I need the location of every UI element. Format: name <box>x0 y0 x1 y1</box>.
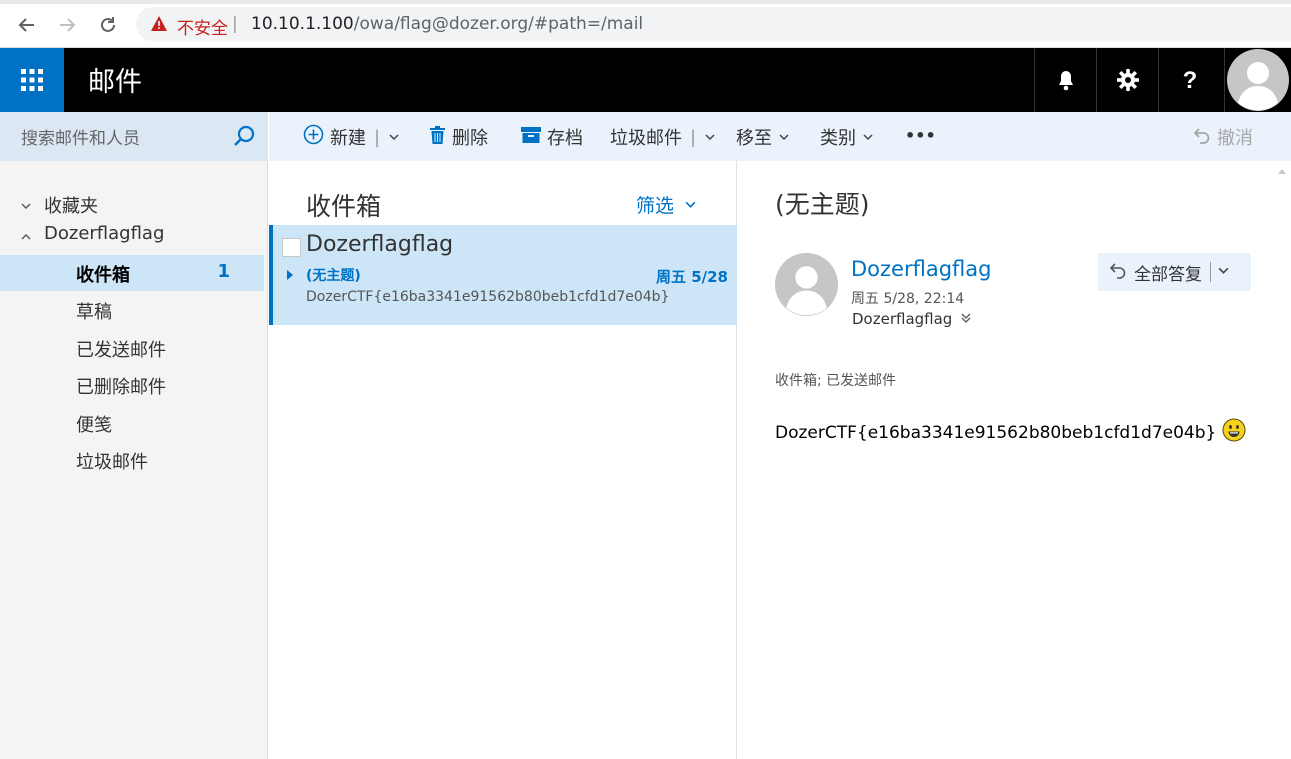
chevron-down-icon[interactable] <box>388 127 400 148</box>
folder-pane: 搜索邮件和人员 收藏夹 Dozerflagflag 收件箱 1 草稿 已发送邮件… <box>0 112 268 759</box>
delete-label: 删除 <box>452 128 488 149</box>
unread-count-badge: 1 <box>217 261 230 282</box>
sidebar-item-inbox[interactable]: 收件箱 1 <box>0 255 264 291</box>
address-bar[interactable]: 不安全 | 10.10.1.100/owa/flag@dozer.org/#pa… <box>136 7 1291 41</box>
move-to-button[interactable]: 移至 <box>736 124 790 150</box>
search-placeholder: 搜索邮件和人员 <box>21 129 140 149</box>
sender-name-link[interactable]: Dozerflagflag <box>851 257 991 281</box>
sidebar-item-deleted[interactable]: 已删除邮件 <box>0 367 264 403</box>
split-divider: | <box>374 126 381 148</box>
list-item[interactable]: Dozerflagflag (无主题) 周五 5/28 DozerCTF{e16… <box>269 225 737 325</box>
app-header: 邮件 ? <box>0 48 1291 112</box>
url-separator: | <box>232 14 238 34</box>
chevron-down-icon <box>20 196 32 217</box>
chevron-down-icon <box>778 127 790 148</box>
folder-label: 便笺 <box>76 415 112 436</box>
favorites-label: 收藏夹 <box>44 196 98 217</box>
undo-label: 撤消 <box>1217 128 1253 149</box>
filter-label: 筛选 <box>636 195 675 217</box>
sender-avatar[interactable] <box>775 253 838 316</box>
category-button[interactable]: 类别 <box>820 124 874 150</box>
chevron-down-icon <box>684 194 697 216</box>
search-input[interactable]: 搜索邮件和人员 <box>0 112 268 161</box>
reply-all-icon <box>1108 261 1126 284</box>
warning-icon <box>150 15 168 36</box>
browser-tab-strip <box>0 0 1291 4</box>
folder-label: 草稿 <box>76 302 112 323</box>
split-divider: | <box>690 126 697 148</box>
undo-icon <box>1193 126 1211 149</box>
reply-all-label: 全部答复 <box>1134 264 1202 285</box>
message-sender: Dozerflagflag <box>306 232 454 257</box>
account-group[interactable]: Dozerflagflag <box>0 217 264 253</box>
sidebar-item-sent[interactable]: 已发送邮件 <box>0 330 264 366</box>
message-folders: 收件箱; 已发送邮件 <box>775 373 897 389</box>
url-text[interactable]: 10.10.1.100/owa/flag@dozer.org/#path=/ma… <box>251 14 643 34</box>
more-label: ••• <box>905 126 936 145</box>
folder-label: 已发送邮件 <box>76 340 166 361</box>
message-date: 周五 5/28 <box>655 268 728 286</box>
url-path: /owa/flag@dozer.org/#path=/mail <box>353 14 644 34</box>
settings-gear-icon[interactable] <box>1096 48 1158 112</box>
recipients[interactable]: Dozerflagflag <box>852 310 972 328</box>
help-icon[interactable]: ? <box>1158 48 1220 112</box>
message-list: 收件箱 筛选 Dozerflagflag (无主题) 周五 5/28 Dozer… <box>269 161 737 759</box>
undo-button[interactable]: 撤消 <box>1193 124 1253 150</box>
archive-button[interactable]: 存档 <box>521 124 583 150</box>
folder-label: 已删除邮件 <box>76 377 166 398</box>
forward-icon[interactable] <box>54 12 80 38</box>
back-icon[interactable] <box>14 12 40 38</box>
notifications-bell-icon[interactable] <box>1034 48 1096 112</box>
message-subject: (无主题) <box>306 268 361 284</box>
more-actions-button[interactable]: ••• <box>905 126 936 145</box>
reading-pane: (无主题) Dozerflagflag 周五 5/28, 22:14 Dozer… <box>738 161 1291 759</box>
plus-circle-icon <box>303 124 324 150</box>
scroll-up-arrow[interactable] <box>1278 169 1286 174</box>
app-title: 邮件 <box>88 67 142 98</box>
double-chevron-down-icon <box>960 310 972 328</box>
archive-box-icon <box>521 126 541 149</box>
category-label: 类别 <box>820 128 856 149</box>
chevron-up-icon <box>20 227 32 248</box>
recipient-name: Dozerflagflag <box>852 310 953 328</box>
junk-button[interactable]: 垃圾邮件 | <box>610 124 716 150</box>
archive-label: 存档 <box>547 128 583 149</box>
folder-label: 垃圾邮件 <box>76 452 148 473</box>
delete-button[interactable]: 删除 <box>429 124 488 150</box>
trash-icon <box>429 125 446 150</box>
new-button[interactable]: 新建 | <box>303 124 400 150</box>
junk-label: 垃圾邮件 <box>610 128 682 149</box>
sidebar-item-drafts[interactable]: 草稿 <box>0 292 264 328</box>
user-avatar[interactable] <box>1224 48 1291 112</box>
chevron-down-icon[interactable] <box>1217 262 1230 282</box>
message-subject-heading: (无主题) <box>775 190 870 219</box>
reply-all-button[interactable]: 全部答复 <box>1098 253 1251 291</box>
message-body: DozerCTF{e16ba3341e91562b80beb1cfd1d7e04… <box>775 418 1246 447</box>
filter-button[interactable]: 筛选 <box>636 191 697 218</box>
search-icon[interactable] <box>232 124 256 152</box>
app-launcher-icon[interactable] <box>0 48 64 112</box>
insecure-label[interactable]: 不安全 <box>177 14 228 39</box>
command-bar: 新建 | 删除 存档 垃圾邮件 | 移至 类别 ••• 撤消 <box>269 112 1291 161</box>
chevron-down-icon <box>862 127 874 148</box>
move-label: 移至 <box>736 128 772 149</box>
chevron-down-icon[interactable] <box>704 127 716 148</box>
sidebar-item-junk[interactable]: 垃圾邮件 <box>0 442 264 478</box>
folder-title: 收件箱 <box>306 192 382 221</box>
account-label: Dozerflagflag <box>44 223 165 244</box>
url-host: 10.10.1.100 <box>251 14 354 34</box>
browser-toolbar: 不安全 | 10.10.1.100/owa/flag@dozer.org/#pa… <box>0 0 1291 48</box>
new-label: 新建 <box>330 128 366 149</box>
message-preview: DozerCTF{e16ba3341e91562b80beb1cfd1d7e04… <box>306 289 670 305</box>
smiley-emoji-icon <box>1222 418 1246 447</box>
sent-time: 周五 5/28, 22:14 <box>851 291 965 307</box>
reload-icon[interactable] <box>95 12 121 38</box>
split-divider <box>1210 262 1211 282</box>
folder-label: 收件箱 <box>76 265 130 286</box>
message-body-text: DozerCTF{e16ba3341e91562b80beb1cfd1d7e04… <box>775 422 1217 443</box>
svg-text:?: ? <box>1182 68 1197 92</box>
sidebar-item-notes[interactable]: 便笺 <box>0 405 264 441</box>
expand-caret-icon[interactable] <box>287 270 293 280</box>
select-checkbox[interactable] <box>282 238 301 257</box>
